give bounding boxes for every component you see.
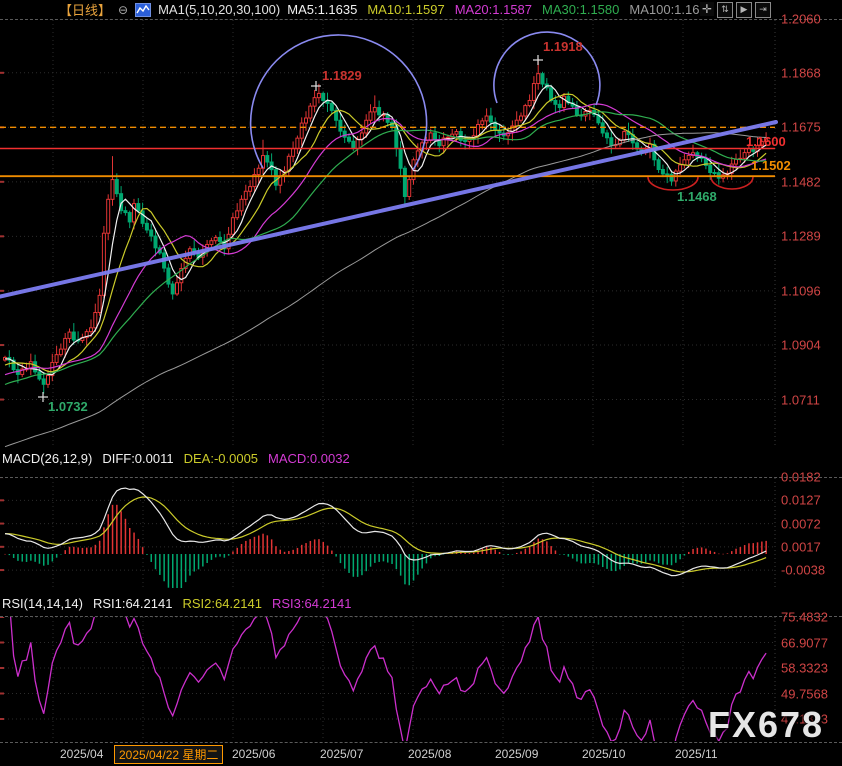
macd-dea-value: DEA:-0.0005 [184, 451, 258, 466]
axis-tick-label: 58.3323 [781, 661, 828, 676]
trading-chart-window: 欧元美元 【日线】 ⊖ MA1(5,10,20,30,100) MA5:1.16… [0, 0, 842, 766]
axis-tick-label: 1.1096 [781, 283, 821, 298]
ma-legend-item: MA5:1.1635 [287, 2, 357, 17]
time-axis-label[interactable]: 2025/07 [320, 747, 363, 761]
macd-macd-value: MACD:0.0032 [268, 451, 350, 466]
time-axis-label[interactable]: 2025/04 [60, 747, 103, 761]
rsi-params: RSI(14,14,14) [2, 596, 83, 611]
low-label-march: 1.0732 [48, 399, 88, 414]
main-price-chart[interactable]: 1.1829 1.1918 1.0732 1.1468 1.1600 1.1502 [0, 20, 842, 448]
axis-tick-label: 0.0127 [781, 493, 821, 508]
rsi-legend-item: RSI1:64.2141 [93, 596, 173, 611]
axis-tick-label: 75.4832 [781, 610, 828, 625]
axis-tick-label: -0.0038 [781, 563, 825, 578]
axis-tick-label: 1.1289 [781, 229, 821, 244]
axis-tick-label: 1.0711 [781, 392, 820, 407]
toolbar: ✛⇅▶⇥ [700, 2, 771, 18]
level-label-11502: 1.1502 [751, 158, 791, 173]
axis-tick-label: 49.7568 [781, 686, 828, 701]
level-label-11600: 1.1600 [746, 134, 786, 149]
macd-params: MACD(26,12,9) [2, 451, 92, 466]
macd-diff-value: DIFF:0.0011 [102, 451, 173, 466]
low-label-november: 1.1468 [677, 189, 717, 204]
axis-tick-label: 1.0904 [781, 338, 821, 353]
ma-legend-item: MA100:1.16 [629, 2, 699, 17]
ma-legend-item: MA30:1.1580 [542, 2, 619, 17]
high-label-july: 1.1829 [322, 68, 362, 83]
rsi-header: RSI(14,14,14) RSI1:64.2141RSI2:64.2141RS… [2, 596, 351, 611]
axis-tick-label: 0.0072 [781, 516, 821, 531]
axis-tick-label: 0.0017 [781, 539, 821, 554]
time-axis-label[interactable]: 2025/09 [495, 747, 538, 761]
ma-legend-item: MA10:1.1597 [367, 2, 444, 17]
time-axis-label[interactable]: 2025/06 [232, 747, 275, 761]
ma-legend: MA5:1.1635 MA10:1.1597 MA20:1.1587 MA30:1.1… [287, 2, 699, 17]
axis-tick-label: 66.9077 [781, 635, 828, 650]
time-axis-label[interactable]: 2025/11 [675, 747, 718, 761]
ma-legend-item: MA20:1.1587 [455, 2, 532, 17]
zoom-out-icon[interactable]: ⊖ [118, 4, 128, 16]
pan-tool-icon[interactable]: ✛ [700, 2, 714, 16]
scale-axis-icon[interactable]: ⇅ [717, 2, 733, 18]
time-axis-label[interactable]: 2025/10 [582, 747, 625, 761]
axis-tick-label: 1.1868 [781, 65, 821, 80]
rsi-legend: RSI1:64.2141 RSI2:64.2141 RSI3:64.2141 [93, 596, 352, 611]
axis-tick-label: 1.1675 [781, 120, 821, 135]
collapse-right-icon[interactable]: ⇥ [755, 2, 771, 18]
ma-group-label: MA1(5,10,20,30,100) [158, 2, 280, 17]
rsi-legend-item: RSI3:64.2141 [272, 596, 352, 611]
rsi-legend-item: RSI2:64.2141 [182, 596, 262, 611]
period-label: 【日线】 [59, 0, 111, 19]
mini-chart-icon[interactable] [135, 3, 151, 17]
symbol-title: 欧元美元 [4, 0, 56, 19]
time-axis-label[interactable]: 2025/08 [408, 747, 451, 761]
macd-header: MACD(26,12,9) DIFF:0.0011 DEA:-0.0005 MA… [2, 451, 350, 466]
macd-pane[interactable] [0, 478, 842, 588]
selected-date-label[interactable]: 2025/04/22 星期二 [114, 745, 223, 764]
axis-tick-label: 1.1482 [781, 174, 821, 189]
fx678-watermark: FX678 [708, 704, 824, 746]
high-label-september: 1.1918 [543, 39, 583, 54]
axis-tick-label: 0.0182 [781, 470, 821, 485]
play-forward-icon[interactable]: ▶ [736, 2, 752, 18]
